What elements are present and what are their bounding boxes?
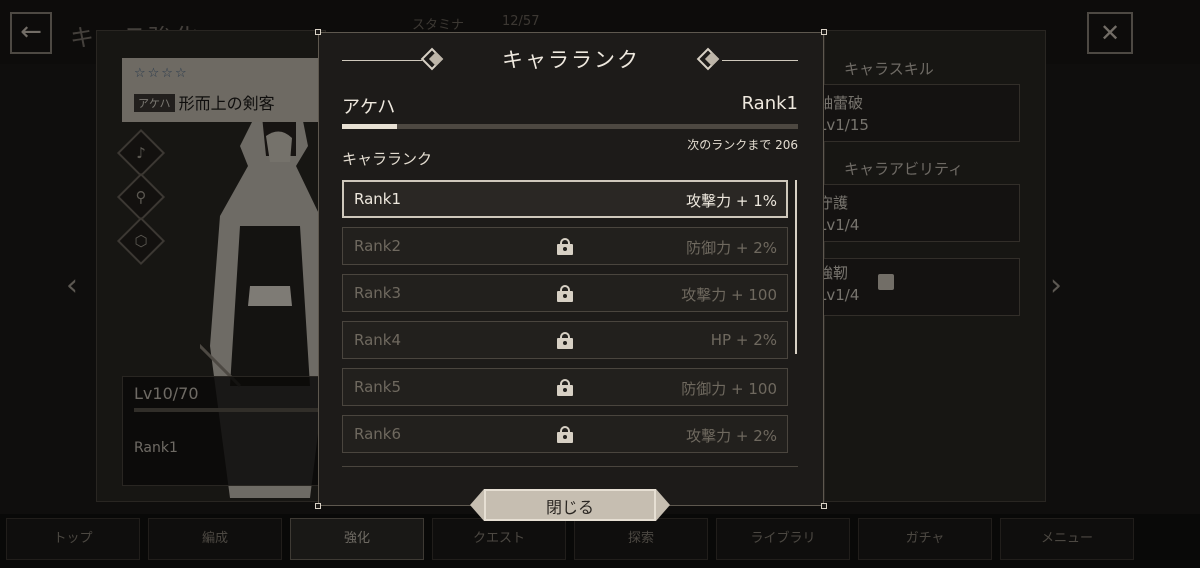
rank-section-label: キャラランク <box>342 150 433 168</box>
lock-icon <box>557 238 573 255</box>
close-button-tip-right <box>656 489 670 521</box>
rank-row[interactable]: Rank1 攻撃力 + 1% <box>342 180 788 218</box>
list-bottom-divider <box>342 466 798 467</box>
rank-label: Rank5 <box>354 378 402 396</box>
rank-label: Rank1 <box>354 190 402 208</box>
rank-bonus: 攻撃力 + 1% <box>686 192 777 210</box>
corner-ornament <box>315 29 321 35</box>
rank-bonus: 防御力 + 2% <box>686 239 777 257</box>
lock-icon <box>557 285 573 302</box>
rank-label: Rank3 <box>354 284 402 302</box>
rank-bonus: 防御力 + 100 <box>681 380 777 398</box>
rank-list-scrollbar[interactable] <box>795 180 797 354</box>
lock-icon <box>557 379 573 396</box>
corner-ornament <box>821 503 827 509</box>
rank-label: Rank4 <box>354 331 402 349</box>
rank-bonus: 攻撃力 + 2% <box>686 427 777 445</box>
modal-title: キャラランク <box>502 48 640 72</box>
rank-label: Rank2 <box>354 237 402 255</box>
rank-row[interactable]: Rank3 攻撃力 + 100 <box>342 274 788 312</box>
title-divider-right <box>722 60 798 61</box>
rank-row[interactable]: Rank5 防御力 + 100 <box>342 368 788 406</box>
lock-icon <box>557 332 573 349</box>
close-button-tip-left <box>470 489 484 521</box>
rank-row[interactable]: Rank2 防御力 + 2% <box>342 227 788 265</box>
rank-label: Rank6 <box>354 425 402 443</box>
current-rank: Rank1 <box>741 93 798 114</box>
lock-icon <box>557 426 573 443</box>
corner-ornament <box>821 29 827 35</box>
close-modal-label[interactable]: 閉じる <box>484 494 656 518</box>
modal-character-name: アケハ <box>342 97 396 118</box>
rank-bonus: HP + 2% <box>710 331 777 349</box>
next-rank-text: 次のランクまで 206 <box>687 138 798 152</box>
rank-list[interactable]: Rank1 攻撃力 + 1% Rank2 防御力 + 2% Rank3 攻撃力 … <box>342 176 798 466</box>
rank-row[interactable]: Rank6 攻撃力 + 2% <box>342 415 788 453</box>
corner-ornament <box>315 503 321 509</box>
rank-bonus: 攻撃力 + 100 <box>681 286 777 304</box>
rank-row[interactable]: Rank4 HP + 2% <box>342 321 788 359</box>
rank-progress-track <box>342 124 798 129</box>
rank-progress-fill <box>342 124 397 129</box>
